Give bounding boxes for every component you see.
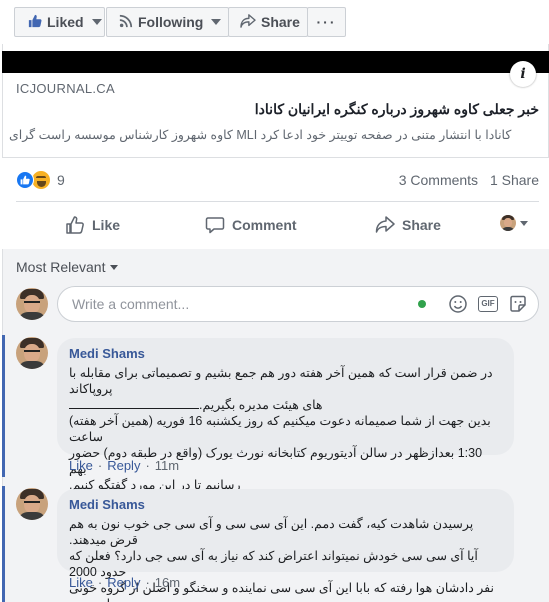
- share-page-label: Share: [261, 14, 300, 30]
- comment-reply-link[interactable]: Reply: [107, 458, 140, 473]
- following-label: Following: [138, 14, 204, 30]
- comment-author[interactable]: Medi Shams: [69, 497, 502, 512]
- liked-button[interactable]: Liked: [14, 7, 105, 37]
- comment-input-tools: GIF: [418, 294, 528, 314]
- comment-input[interactable]: Write a comment... GIF: [57, 286, 539, 322]
- underline-rule: [69, 397, 199, 409]
- separator-dot: ·: [97, 458, 103, 473]
- avatar[interactable]: [16, 337, 48, 369]
- thread-indicator: [2, 486, 5, 602]
- comment-text: در ضمن قرار است که همین آخر هفته دور هم …: [69, 365, 502, 493]
- comment-author[interactable]: Medi Shams: [69, 346, 502, 361]
- liked-label: Liked: [47, 14, 84, 30]
- comment-reply-link[interactable]: Reply: [107, 575, 140, 590]
- sticker-icon[interactable]: [508, 294, 528, 314]
- comment-sort-dropdown[interactable]: Most Relevant: [16, 259, 119, 275]
- comment-placeholder: Write a comment...: [72, 296, 190, 312]
- comment-like-link[interactable]: Like: [69, 575, 93, 590]
- share-arrow-icon: [375, 216, 395, 233]
- like-button[interactable]: Like: [65, 212, 120, 238]
- comments-count-link[interactable]: 3 Comments: [399, 172, 478, 188]
- comment-line-text: های هیئت مدیره بگیریم.: [199, 398, 323, 412]
- emoji-icon[interactable]: [448, 294, 468, 314]
- avatar: [500, 215, 516, 231]
- comment-label: Comment: [232, 217, 297, 233]
- comment-actions: Like · Reply · 11m: [69, 458, 179, 473]
- link-domain: ICJOURNAL.CA: [16, 81, 115, 96]
- separator-dot: ·: [145, 575, 150, 590]
- reaction-count: 9: [57, 172, 65, 188]
- comment-bubble: Medi Shams در ضمن قرار است که همین آخر ه…: [57, 338, 514, 492]
- gif-icon[interactable]: GIF: [478, 296, 498, 312]
- more-icon: ···: [316, 14, 337, 30]
- comment-line: پرسیدن شاهدت کیه، گفت دمم. این آی سی سی …: [69, 517, 474, 547]
- separator-dot: ·: [145, 458, 150, 473]
- chevron-down-icon: [520, 220, 528, 226]
- page-action-bar: Liked Following Share ···: [0, 0, 549, 44]
- thumbs-up-icon: [66, 216, 84, 234]
- link-preview-image[interactable]: [2, 51, 549, 73]
- comment-bubble-icon: [205, 217, 225, 234]
- sort-label: Most Relevant: [16, 259, 106, 275]
- reaction-summary[interactable]: 9: [16, 170, 65, 190]
- link-description: کانادا با انتشار متنی در صفحه توییتر خود…: [9, 128, 512, 142]
- avatar[interactable]: [16, 288, 48, 320]
- comment-timestamp[interactable]: 16m: [155, 575, 180, 590]
- comment-line: در ضمن قرار است که همین آخر هفته دور هم …: [69, 366, 493, 396]
- comment-timestamp[interactable]: 11m: [155, 458, 179, 473]
- rss-feed-icon: [119, 14, 133, 31]
- divider: [16, 201, 539, 202]
- separator-dot: ·: [97, 575, 103, 590]
- comment-line: بدین جهت از شما صمیمانه دعوت میکنیم که ر…: [69, 414, 491, 444]
- chevron-down-icon: [91, 19, 102, 25]
- like-reaction-icon: [16, 171, 34, 189]
- thread-indicator: [2, 335, 5, 477]
- comment-bubble: Medi Shams پرسیدن شاهدت کیه، گفت دمم. ای…: [57, 489, 514, 602]
- chevron-down-icon: [110, 264, 119, 270]
- avatar[interactable]: [16, 488, 48, 520]
- chevron-down-icon: [211, 19, 222, 25]
- share-arrow-icon: [240, 13, 256, 31]
- comment-like-link[interactable]: Like: [69, 458, 93, 473]
- haha-reaction-icon: [31, 170, 51, 190]
- thumbs-up-icon: [28, 14, 42, 31]
- share-page-button[interactable]: Share: [228, 7, 308, 37]
- following-button[interactable]: Following: [106, 7, 229, 37]
- engagement-counts: 3 Comments 1 Share: [399, 172, 539, 188]
- online-status-dot: [418, 300, 426, 308]
- share-button[interactable]: Share: [375, 212, 441, 238]
- link-title[interactable]: خبر جعلی کاوه شهروز درباره کنگره ایرانیا…: [255, 101, 539, 118]
- shares-count-link[interactable]: 1 Share: [490, 172, 539, 188]
- comment-line: های هیئت مدیره بگیریم.: [69, 397, 502, 413]
- like-label: Like: [92, 217, 121, 233]
- post-as-selector[interactable]: [500, 215, 528, 231]
- comment-actions: Like · Reply · 16m: [69, 575, 180, 590]
- more-options-button[interactable]: ···: [307, 7, 346, 37]
- share-label: Share: [402, 217, 441, 233]
- comment-button[interactable]: Comment: [205, 212, 297, 238]
- info-icon[interactable]: i: [510, 61, 536, 87]
